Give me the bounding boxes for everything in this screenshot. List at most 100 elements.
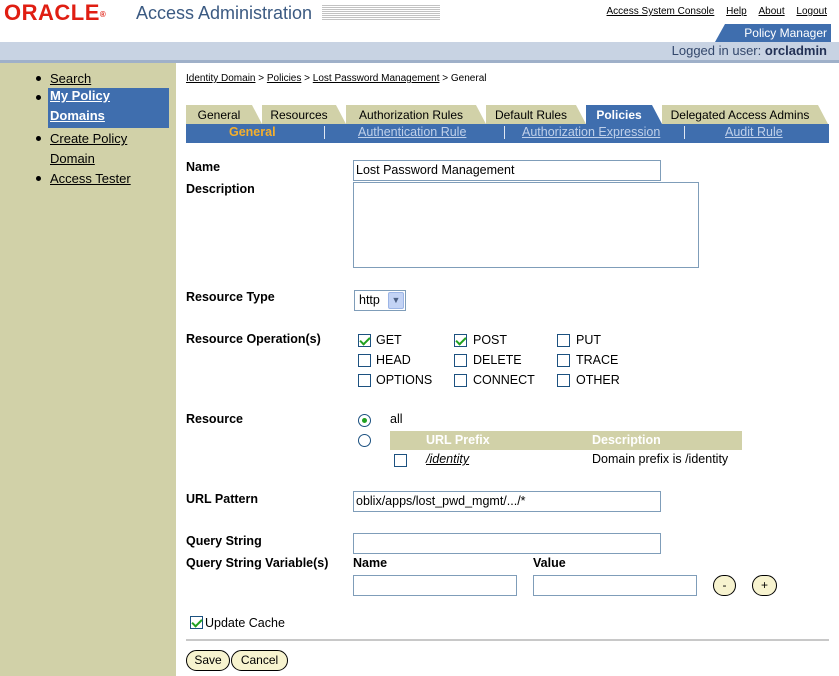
query-string-label: Query String xyxy=(186,534,262,548)
name-input[interactable]: Lost Password Management xyxy=(353,160,661,181)
op-post-label: POST xyxy=(473,333,508,347)
policy-manager-tab[interactable]: Policy Manager xyxy=(725,24,831,42)
op-trace-checkbox[interactable] xyxy=(557,354,570,367)
op-other-checkbox[interactable] xyxy=(557,374,570,387)
op-get-checkbox[interactable] xyxy=(358,334,371,347)
bullet-icon xyxy=(36,176,41,181)
logged-in-user: orcladmin xyxy=(764,43,827,58)
op-put-label: PUT xyxy=(576,333,601,347)
main-content: Identity Domain > Policies > Lost Passwo… xyxy=(176,63,839,676)
resource-type-label: Resource Type xyxy=(186,290,275,304)
page-header: ORACLE® Access Administration Access Sys… xyxy=(0,0,839,63)
op-connect-checkbox[interactable] xyxy=(454,374,467,387)
breadcrumb-policies[interactable]: Policies xyxy=(267,73,301,84)
tab-corner xyxy=(818,105,828,124)
cancel-button[interactable]: Cancel xyxy=(231,650,288,671)
oracle-logo: ORACLE® xyxy=(4,1,106,25)
op-head-checkbox[interactable] xyxy=(358,354,371,367)
op-put-checkbox[interactable] xyxy=(557,334,570,347)
op-connect-label: CONNECT xyxy=(473,373,535,387)
nav-label-create-policy[interactable]: Create Policy xyxy=(50,129,127,149)
resource-prefix-link[interactable]: /identity xyxy=(426,452,469,466)
bullet-icon xyxy=(36,76,41,81)
logged-in-bar: Logged in user: orcladmin xyxy=(0,42,839,60)
description-textarea[interactable] xyxy=(353,182,699,268)
tab-default-rules[interactable]: Default Rules xyxy=(486,105,576,124)
about-link[interactable]: About xyxy=(758,6,784,17)
query-var-value-label: Value xyxy=(533,556,566,570)
breadcrumb: Identity Domain > Policies > Lost Passwo… xyxy=(186,73,486,84)
breadcrumb-identity-domain[interactable]: Identity Domain xyxy=(186,73,255,84)
tab-resources[interactable]: Resources xyxy=(262,105,336,124)
resource-type-value: http xyxy=(359,293,380,307)
tab-corner xyxy=(576,105,586,124)
breadcrumb-separator: > xyxy=(442,73,449,84)
chevron-down-icon[interactable]: ▼ xyxy=(388,292,404,309)
left-navigation: Search My Policy Domains Create Policy D… xyxy=(0,63,176,676)
logo-text: ORACLE xyxy=(4,0,100,25)
nav-item-my-policy-domains[interactable]: My Policy Domains xyxy=(36,88,169,128)
nav-label-access-tester[interactable]: Access Tester xyxy=(50,169,131,189)
logout-link[interactable]: Logout xyxy=(796,6,827,17)
column-header-description: Description xyxy=(592,433,661,447)
bullet-icon xyxy=(36,95,41,100)
policy-manager-tab-corner xyxy=(715,24,725,42)
query-string-input[interactable] xyxy=(353,533,661,554)
access-system-console-link[interactable]: Access System Console xyxy=(607,6,715,17)
subtab-audit-rule[interactable]: Audit Rule xyxy=(725,125,783,139)
tab-authorization-rules[interactable]: Authorization Rules xyxy=(346,105,476,124)
divider xyxy=(186,639,829,641)
resource-all-label: all xyxy=(390,412,403,426)
query-var-value-input[interactable] xyxy=(533,575,697,596)
resource-selected-radio[interactable] xyxy=(358,434,371,447)
op-options-label: OPTIONS xyxy=(376,373,433,387)
resource-prefix-description: Domain prefix is /identity xyxy=(592,452,729,466)
add-variable-button[interactable]: + xyxy=(752,575,777,596)
resource-type-select[interactable]: http ▼ xyxy=(354,290,406,311)
remove-variable-button[interactable]: - xyxy=(713,575,736,596)
name-label: Name xyxy=(186,160,221,174)
column-header-url-prefix: URL Prefix xyxy=(426,433,490,447)
update-cache-label: Update Cache xyxy=(205,616,285,630)
url-pattern-input[interactable]: oblix/apps/lost_pwd_mgmt/.../* xyxy=(353,491,661,512)
logged-in-label: Logged in user: xyxy=(671,43,762,58)
op-get-label: GET xyxy=(376,333,402,347)
subtab-bar: General Authentication Rule Authorizatio… xyxy=(186,124,829,143)
tab-policies[interactable]: Policies xyxy=(586,105,652,124)
description-label: Description xyxy=(186,182,255,196)
subtab-authorization-expression[interactable]: Authorization Expression xyxy=(522,125,660,139)
nav-label-domain[interactable]: Domain xyxy=(50,149,95,169)
resource-label: Resource xyxy=(186,412,243,426)
op-options-checkbox[interactable] xyxy=(358,374,371,387)
nav-label-my-policy[interactable]: My Policy xyxy=(50,88,110,103)
tab-delegated-access-admins[interactable]: Delegated Access Admins xyxy=(662,105,818,124)
query-var-name-label: Name xyxy=(353,556,388,570)
op-delete-label: DELETE xyxy=(473,353,522,367)
op-delete-checkbox[interactable] xyxy=(454,354,467,367)
op-trace-label: TRACE xyxy=(576,353,619,367)
logo-registered-mark: ® xyxy=(99,10,107,19)
nav-label-domains[interactable]: Domains xyxy=(50,108,105,123)
op-head-label: HEAD xyxy=(376,353,411,367)
resource-all-radio[interactable] xyxy=(358,414,371,427)
resource-row-checkbox[interactable] xyxy=(394,454,407,467)
nav-label-search[interactable]: Search xyxy=(50,69,91,89)
subtab-general[interactable]: General xyxy=(229,125,276,139)
top-links: Access System Console Help About Logout xyxy=(598,6,827,17)
breadcrumb-lost-password-management[interactable]: Lost Password Management xyxy=(313,73,440,84)
op-post-checkbox[interactable] xyxy=(454,334,467,347)
subtab-authentication-rule[interactable]: Authentication Rule xyxy=(358,125,466,139)
op-other-label: OTHER xyxy=(576,373,620,387)
query-var-name-input[interactable] xyxy=(353,575,517,596)
save-button[interactable]: Save xyxy=(186,650,230,671)
url-pattern-label: URL Pattern xyxy=(186,492,259,506)
tab-corner xyxy=(476,105,486,124)
resource-table-header: URL Prefix Description xyxy=(390,431,742,450)
tab-corner xyxy=(652,105,662,124)
subtab-separator xyxy=(684,126,685,139)
title-stripes-decoration xyxy=(322,5,440,21)
help-link[interactable]: Help xyxy=(726,6,747,17)
tab-corner xyxy=(252,105,262,124)
tab-general[interactable]: General xyxy=(186,105,252,124)
update-cache-checkbox[interactable] xyxy=(190,616,203,629)
